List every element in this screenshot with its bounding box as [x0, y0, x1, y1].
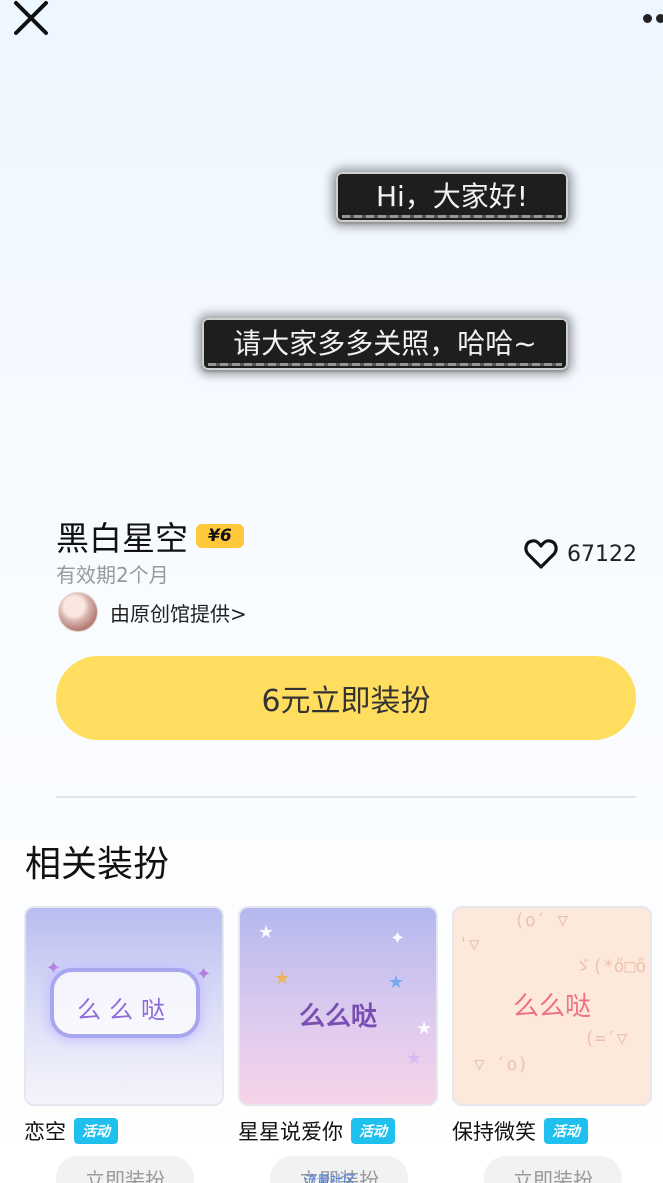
preview-bubble-1-text: Hi，大家好! — [375, 180, 529, 213]
activity-tag: 活动 — [544, 1118, 588, 1144]
related-card-3-apply-button[interactable]: 立即装扮 — [484, 1156, 622, 1183]
more-button[interactable] — [643, 10, 663, 26]
kaomoji-decoration: ゞ(*ő□ő — [574, 956, 647, 977]
preview-bubble-2: 请大家多多关照，哈哈~ — [202, 318, 568, 370]
kaomoji-decoration: '▽ — [458, 934, 480, 955]
divider — [56, 796, 636, 798]
related-card-1-preview-text: 么么哒 — [77, 996, 173, 1024]
heart-icon — [524, 539, 558, 569]
related-card-1-name: 恋空 — [24, 1120, 66, 1144]
related-section-title: 相关装扮 — [25, 844, 170, 885]
like-count: 67122 — [567, 541, 637, 567]
close-icon — [14, 1, 48, 35]
related-card-3-name: 保持微笑 — [452, 1120, 536, 1144]
star-icon: ★ — [258, 922, 275, 943]
star-icon: ★ — [388, 972, 405, 993]
like-button[interactable]: 67122 — [523, 536, 637, 572]
more-icon — [643, 14, 652, 23]
related-card-2-name: 星星说爱你 — [238, 1120, 343, 1144]
related-card-1[interactable]: ✦ ✦ 么么哒 恋空 活动 — [24, 906, 224, 1146]
star-icon: ★ — [274, 968, 291, 989]
related-card-3[interactable]: (o′ ▽ ゞ(*ő□ő '▽ ▽ ′o) (=′▽ 么么哒 保持微笑 活动 — [452, 906, 652, 1146]
activity-tag: 活动 — [351, 1118, 395, 1144]
related-card-1-image: ✦ ✦ 么么哒 — [24, 906, 224, 1106]
provider-link[interactable]: 由原创馆提供> — [58, 592, 247, 632]
related-card-3-image: (o′ ▽ ゞ(*ő□ő '▽ ▽ ′o) (=′▽ 么么哒 — [452, 906, 652, 1106]
related-card-2[interactable]: ★ ✦ ★ ★ ★ ★ 么么哒 星星说爱你 活动 — [238, 906, 438, 1146]
overlay-label: 流量社区 — [304, 1174, 357, 1183]
related-card-2-preview-text: 么么哒 — [298, 1002, 377, 1032]
related-card-1-bubble: 么么哒 — [50, 968, 200, 1038]
item-title-row: 黑白星空 ¥6 — [56, 512, 244, 560]
preview-bubble-2-text: 请大家多多关照，哈哈~ — [233, 327, 537, 360]
kaomoji-decoration: (o′ ▽ — [514, 910, 569, 931]
preview-bubble-1: Hi，大家好! — [336, 172, 568, 222]
validity-text: 有效期2个月 — [56, 563, 169, 587]
provider-text: 由原创馆提供> — [110, 601, 247, 626]
provider-avatar — [58, 592, 98, 632]
price-badge: ¥6 — [196, 524, 244, 548]
kaomoji-decoration: ▽ ′o) — [474, 1054, 529, 1075]
activity-tag: 活动 — [74, 1118, 118, 1144]
related-card-1-apply-button[interactable]: 立即装扮 — [56, 1156, 194, 1183]
more-icon-dot — [656, 14, 663, 23]
kaomoji-decoration: (=′▽ — [584, 1028, 628, 1049]
related-card-3-preview-text: 么么哒 — [512, 992, 591, 1022]
item-title: 黑白星空 — [56, 519, 188, 558]
star-icon: ★ — [406, 1048, 423, 1069]
star-icon: ✦ — [390, 928, 406, 949]
close-button[interactable] — [12, 0, 52, 40]
related-card-2-image: ★ ✦ ★ ★ ★ ★ 么么哒 — [238, 906, 438, 1106]
apply-now-button[interactable]: 6元立即装扮 — [56, 656, 636, 740]
